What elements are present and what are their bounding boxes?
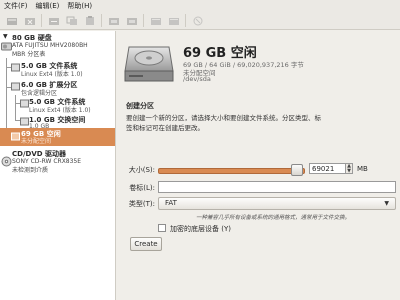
paste-icon[interactable] [82,14,97,27]
cdrom-media: 未检测到介质 [12,167,49,174]
details-panel: 69 GB 空闲 69 GB / 64 GiB / 69,020,937,216… [117,31,400,300]
filesystem-type-value: FAT [165,199,177,207]
copy-icon[interactable] [64,14,79,27]
tree-cdrom-item[interactable]: CD/DVD 驱动器 SONY CD-RW CRX835E 未检测到介质 [0,147,115,174]
partition-title: 69 GB 空闲 [21,130,61,138]
size-label: 大小(S): [128,166,155,174]
menu-file[interactable]: 文件(F) [0,0,32,12]
resize-icon[interactable] [46,14,61,27]
toolbar-separator [101,14,102,27]
size-slider-handle[interactable] [291,164,303,176]
volume-label-input[interactable] [158,181,396,193]
tree-disk-item[interactable]: ▼ 80 GB 硬盘 ATA FUJITSU MHV2080BH MBR 分区表 [0,31,115,58]
toolbar-separator [41,14,42,27]
optical-disc-icon [1,156,12,167]
hard-disk-large-icon [124,46,174,82]
free-space-icon [11,132,20,141]
info-icon[interactable] [166,14,181,27]
cdrom-model: SONY CD-RW CRX835E [12,158,82,165]
tree-partition-item[interactable]: 5.0 GB 文件系统 Linux Ext4 (版本 1.0) [0,95,115,114]
expander-arrow-icon[interactable]: ▼ [3,33,8,40]
menu-edit[interactable]: 编辑(E) [32,0,64,12]
spin-down-icon[interactable]: ▼ [346,169,352,174]
tree-free-space-item[interactable]: 69 GB 空闲 未分配空间 [0,128,115,146]
tree-partition-item[interactable]: 5.0 GB 文件系统 Linux Ext4 (版本 1.0) [0,59,115,78]
delete-icon[interactable] [22,14,37,27]
partition-icon [20,99,29,108]
filesystem-type-select[interactable]: FAT ▼ [158,197,396,210]
partition-icon [20,117,29,126]
size-spinbox[interactable]: 69021 [309,163,346,174]
toolbar [0,12,400,30]
size-spinbox-arrows[interactable]: ▲ ▼ [346,163,353,174]
menu-help[interactable]: 帮助(H) [63,0,96,12]
device-tree: ▼ 80 GB 硬盘 ATA FUJITSU MHV2080BH MBR 分区表… [0,31,116,300]
settings-icon[interactable] [148,14,163,27]
filesystem-type-note: 一种兼容几乎所有设备或系统的通用格式，通常用于文件交换。 [195,215,350,221]
chevron-down-icon: ▼ [384,200,389,207]
partition-icon [11,63,20,72]
partition-subtitle: 未分配空间 [21,138,52,145]
add-partition-icon[interactable] [4,14,19,27]
toolbar-separator [185,14,186,27]
size-slider-track[interactable] [158,168,305,174]
partition-subtitle: Linux Ext4 (版本 1.0) [21,71,83,78]
encrypt-checkbox-label[interactable]: 加密的底层设备 (Y) [170,224,231,234]
size-unit: MB [357,165,368,173]
apply-icon[interactable] [124,14,139,27]
extended-partition-icon [11,82,20,91]
type-label: 类型(T): [128,200,155,208]
encrypt-checkbox[interactable] [158,224,166,232]
device-path: /dev/sda [183,75,211,83]
undo-icon[interactable] [106,14,121,27]
create-partition-description: 要创建一个新的分区，请选择大小和要创建文件系统。分区类型、标签和标记可在创建后更… [126,114,321,132]
hard-disk-icon [1,42,12,51]
toolbar-separator [143,14,144,27]
create-partition-heading: 创建分区 [126,102,154,110]
menu-bar: 文件(F) 编辑(E) 帮助(H) [0,0,400,12]
create-button[interactable]: Create [130,237,162,251]
disk-model: ATA FUJITSU MHV2080BH [12,42,88,49]
disk-table: MBR 分区表 [12,51,46,58]
help-icon[interactable] [190,14,205,27]
volume-label-label: 卷标(L): [129,184,155,192]
